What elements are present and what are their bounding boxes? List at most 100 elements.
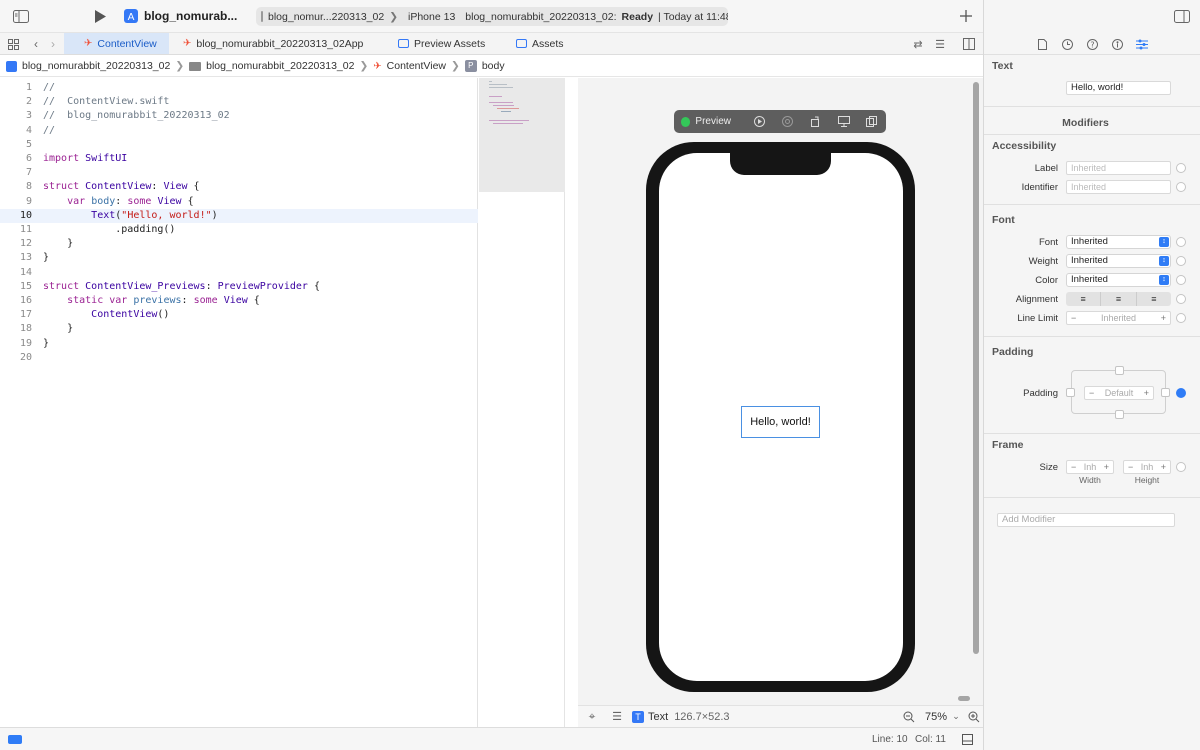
align-right-icon[interactable]: ≡ <box>1137 292 1171 306</box>
navigator-toggle-icon[interactable] <box>12 9 30 24</box>
code-text[interactable]: // ContentView.swift <box>43 95 169 109</box>
breadcrumb-project[interactable]: blog_nomurabbit_20220313_02 <box>22 60 170 72</box>
preview-button[interactable]: Preview <box>695 116 731 127</box>
code-line[interactable]: 13} <box>0 251 478 265</box>
weight-select[interactable]: Inherited ↕ <box>1066 254 1171 268</box>
zoom-out-icon[interactable] <box>899 711 919 723</box>
code-text[interactable]: ContentView() <box>43 308 169 322</box>
breadcrumb-folder[interactable]: blog_nomurabbit_20220313_02 <box>206 60 354 72</box>
plus-icon[interactable]: + <box>1161 461 1166 473</box>
canvas-hscrollbar[interactable] <box>958 696 970 701</box>
debug-area-toggle-icon[interactable] <box>8 735 22 744</box>
color-radio[interactable] <box>1176 275 1186 285</box>
canvas-scrollbar[interactable] <box>973 82 979 654</box>
chevron-down-icon[interactable]: ⌄ <box>947 711 965 722</box>
color-select[interactable]: Inherited ↕ <box>1066 273 1171 287</box>
width-stepper[interactable]: − Inh + <box>1066 460 1114 474</box>
code-line[interactable]: 5 <box>0 138 478 152</box>
add-modifier-field[interactable]: Add Modifier <box>997 513 1175 527</box>
plus-icon[interactable]: + <box>1144 387 1149 399</box>
breadcrumb-file[interactable]: ContentView <box>387 60 446 72</box>
code-line[interactable]: 9 var body: some View { <box>0 195 478 209</box>
scheme-target[interactable]: blog_nomur...220313_02 <box>268 11 384 23</box>
code-text[interactable]: .padding() <box>43 223 175 237</box>
accessibility-identifier-radio[interactable] <box>1176 182 1186 192</box>
code-text[interactable]: } <box>43 337 49 351</box>
inspect-icon[interactable] <box>773 116 801 127</box>
pin-icon[interactable]: ⌖ <box>578 709 606 724</box>
accessibility-label-radio[interactable] <box>1176 163 1186 173</box>
hello-world-text-selected[interactable]: Hello, world! <box>741 406 820 438</box>
tab-assets[interactable]: Assets <box>508 33 588 54</box>
text-content-field[interactable]: Hello, world! <box>1066 81 1171 95</box>
weight-radio[interactable] <box>1176 256 1186 266</box>
accessibility-identifier-field[interactable]: Inherited <box>1066 180 1171 194</box>
run-icon[interactable] <box>92 9 108 24</box>
code-text[interactable]: var body: some View { <box>43 195 194 209</box>
code-line[interactable]: 1 // <box>0 81 478 95</box>
code-text[interactable]: // <box>43 124 55 138</box>
panel-toggle-icon[interactable] <box>961 733 973 745</box>
plus-icon[interactable]: + <box>1161 312 1166 324</box>
padding-radio-selected[interactable] <box>1176 388 1186 398</box>
code-text[interactable]: // <box>43 81 55 95</box>
history-icon[interactable] <box>1061 38 1073 50</box>
code-text[interactable]: struct ContentView_Previews: PreviewProv… <box>43 280 320 294</box>
back-icon[interactable]: ‹ <box>30 37 42 51</box>
swap-icon[interactable]: ⇄ <box>911 37 925 51</box>
live-preview-icon[interactable] <box>745 116 773 127</box>
code-line[interactable]: 14 <box>0 266 478 280</box>
code-line[interactable]: 4 // <box>0 124 478 138</box>
line-limit-radio[interactable] <box>1176 313 1186 323</box>
code-text[interactable]: // blog_nomurabbit_20220313_02 <box>43 109 230 123</box>
code-line[interactable]: 15 struct ContentView_Previews: PreviewPr… <box>0 280 478 294</box>
code-line[interactable]: 7 <box>0 166 478 180</box>
code-line[interactable]: 20 <box>0 351 478 365</box>
tab-app[interactable]: ✈ blog_nomurabbit_20220313_02App <box>175 33 385 54</box>
attributes-inspector-icon[interactable] <box>1136 38 1148 50</box>
code-text[interactable]: Text("Hello, world!") <box>43 209 217 223</box>
accessibility-label-field[interactable]: Inherited <box>1066 161 1171 175</box>
alignment-radio[interactable] <box>1176 294 1186 304</box>
tab-contentview[interactable]: ✈ ContentView <box>64 33 169 54</box>
code-text[interactable]: } <box>43 237 73 251</box>
activity-viewer[interactable]: blog_nomur...220313_02 ❯ iPhone 13 blog_… <box>256 7 728 26</box>
forward-icon[interactable]: › <box>47 37 59 51</box>
align-left-icon[interactable]: ≡ <box>1066 292 1100 306</box>
code-line[interactable]: 8 struct ContentView: View { <box>0 180 478 194</box>
code-line[interactable]: 6 import SwiftUI <box>0 152 478 166</box>
run-destination[interactable]: iPhone 13 <box>408 11 455 23</box>
padding-top-checkbox[interactable] <box>1115 366 1124 375</box>
line-limit-stepper[interactable]: − Inherited + <box>1066 311 1171 325</box>
zoom-in-icon[interactable] <box>965 711 983 723</box>
frame-radio[interactable] <box>1176 462 1186 472</box>
minimap[interactable] <box>479 78 565 727</box>
code-line[interactable]: 12 } <box>0 237 478 251</box>
plus-icon[interactable]: + <box>1104 461 1109 473</box>
duplicate-icon[interactable] <box>858 116 886 127</box>
code-line[interactable]: 11 .padding() <box>0 223 478 237</box>
grid-icon[interactable] <box>6 37 20 51</box>
tab-preview-assets[interactable]: Preview Assets <box>390 33 500 54</box>
align-center-icon[interactable]: ≡ <box>1100 292 1137 306</box>
accessibility-icon[interactable] <box>1111 38 1123 50</box>
editor-options-icon[interactable]: ☰ <box>932 37 948 51</box>
file-inspector-icon[interactable] <box>1036 38 1048 50</box>
modifier-list-icon[interactable]: ☰ <box>606 710 628 723</box>
padding-right-checkbox[interactable] <box>1161 388 1170 397</box>
code-line[interactable]: 2 // ContentView.swift <box>0 95 478 109</box>
font-radio[interactable] <box>1176 237 1186 247</box>
scheme-name[interactable]: blog_nomurab... <box>144 9 237 23</box>
padding-stepper[interactable]: − Default + <box>1084 386 1154 400</box>
padding-left-checkbox[interactable] <box>1066 388 1075 397</box>
zoom-level[interactable]: 75% <box>925 711 947 723</box>
code-line[interactable]: 19} <box>0 337 478 351</box>
add-editor-icon[interactable] <box>962 37 976 51</box>
code-line[interactable]: 17 ContentView() <box>0 308 478 322</box>
source-editor[interactable]: 1 // 2 // ContentView.swift 3 // blog_nomurab… <box>0 78 478 727</box>
padding-bottom-checkbox[interactable] <box>1115 410 1124 419</box>
height-stepper[interactable]: − Inh + <box>1123 460 1171 474</box>
code-line[interactable]: 3 // blog_nomurabbit_20220313_02 <box>0 109 478 123</box>
code-text[interactable]: } <box>43 322 73 336</box>
font-select[interactable]: Inherited ↕ <box>1066 235 1171 249</box>
